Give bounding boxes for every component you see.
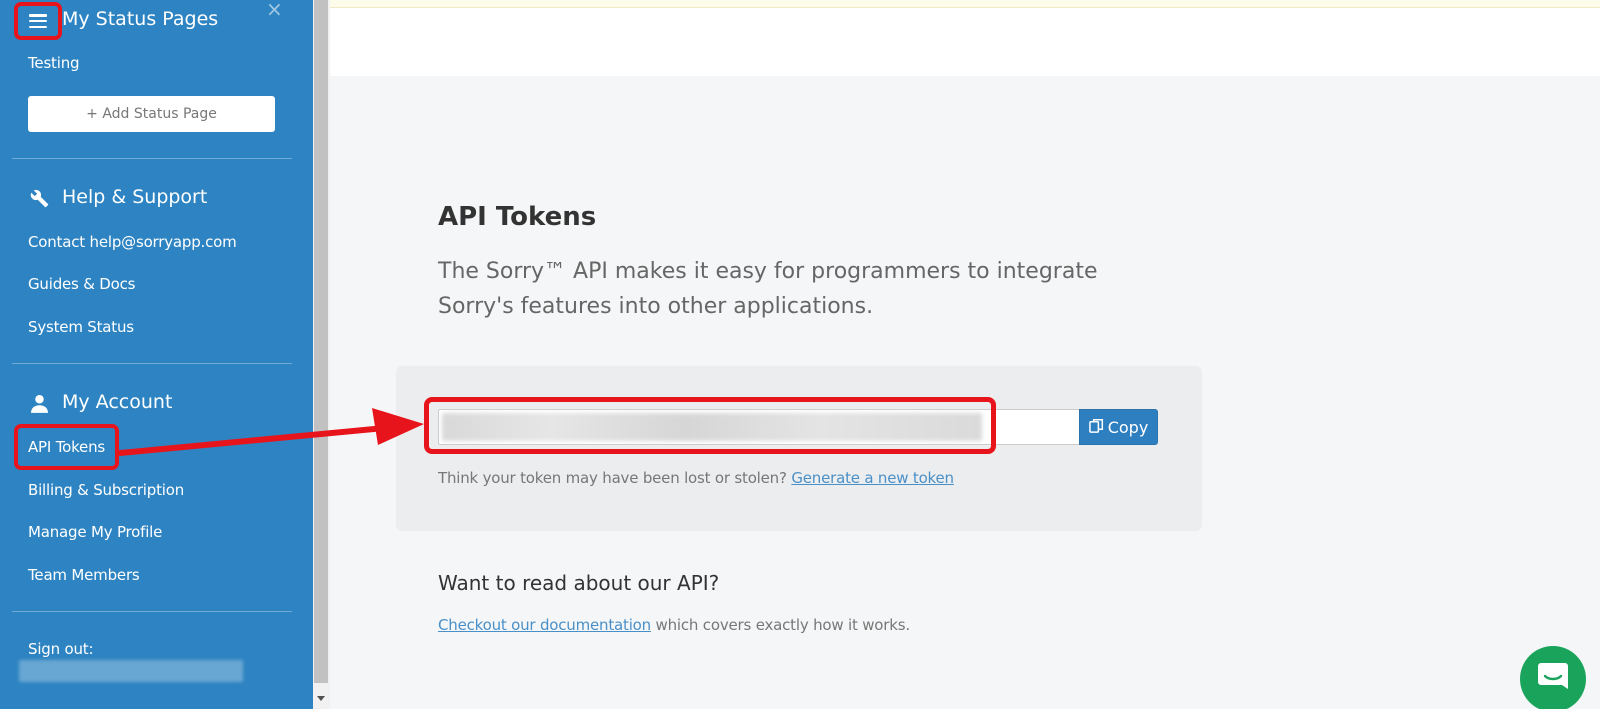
- notice-strip: [330, 0, 1600, 8]
- sidebar-scrollbar[interactable]: [313, 0, 330, 709]
- token-field-highlight: [424, 397, 996, 454]
- sidebar-item-team-members[interactable]: Team Members: [28, 566, 140, 584]
- page-description: The Sorry™ API makes it easy for program…: [438, 259, 1098, 319]
- sidebar-item-billing[interactable]: Billing & Subscription: [28, 481, 184, 499]
- sidebar: × My Status Pages Testing + Add Status P…: [0, 0, 313, 709]
- scrollbar-thumb[interactable]: [314, 0, 328, 683]
- hamburger-icon: [29, 14, 47, 28]
- close-icon[interactable]: ×: [266, 0, 283, 19]
- help-support-heading: Help & Support: [62, 186, 208, 208]
- documentation-notice: Checkout our documentation which covers …: [438, 616, 910, 634]
- sign-out-label: Sign out:: [28, 640, 94, 658]
- status-pages-heading: My Status Pages: [62, 8, 219, 30]
- sidebar-divider: [12, 158, 292, 159]
- token-lost-text: Think your token may have been lost or s…: [438, 469, 787, 487]
- main-content: API Tokens The Sorry™ API makes it easy …: [330, 0, 1600, 709]
- sidebar-item-contact[interactable]: Contact help@sorryapp.com: [28, 233, 237, 251]
- copy-token-button[interactable]: Copy: [1079, 409, 1158, 445]
- user-icon: [29, 393, 49, 413]
- copy-icon: [1088, 418, 1104, 437]
- status-page-testing[interactable]: Testing: [28, 54, 80, 72]
- generate-new-token-link[interactable]: Generate a new token: [791, 469, 954, 487]
- scroll-down-arrow-icon[interactable]: [317, 696, 325, 701]
- wrench-icon: [29, 188, 49, 208]
- copy-button-label: Copy: [1107, 417, 1149, 437]
- page-title: API Tokens: [438, 202, 597, 232]
- chat-widget-button[interactable]: [1520, 646, 1586, 709]
- header-band: [330, 8, 1600, 76]
- read-about-api-heading: Want to read about our API?: [438, 571, 720, 595]
- documentation-link[interactable]: Checkout our documentation: [438, 616, 651, 634]
- add-status-page-button[interactable]: + Add Status Page: [28, 96, 275, 132]
- sidebar-divider: [12, 611, 292, 612]
- token-lost-notice: Think your token may have been lost or s…: [438, 469, 954, 487]
- chat-icon: [1537, 662, 1569, 697]
- api-tokens-highlight: [14, 424, 119, 470]
- documentation-text: which covers exactly how it works.: [655, 616, 911, 634]
- my-account-heading: My Account: [62, 391, 173, 413]
- sidebar-item-system-status[interactable]: System Status: [28, 318, 134, 336]
- sidebar-item-guides-docs[interactable]: Guides & Docs: [28, 275, 135, 293]
- sidebar-item-manage-profile[interactable]: Manage My Profile: [28, 523, 162, 541]
- signed-in-email-redacted[interactable]: [19, 660, 243, 682]
- menu-toggle-button[interactable]: [14, 2, 62, 40]
- sidebar-divider: [12, 363, 292, 364]
